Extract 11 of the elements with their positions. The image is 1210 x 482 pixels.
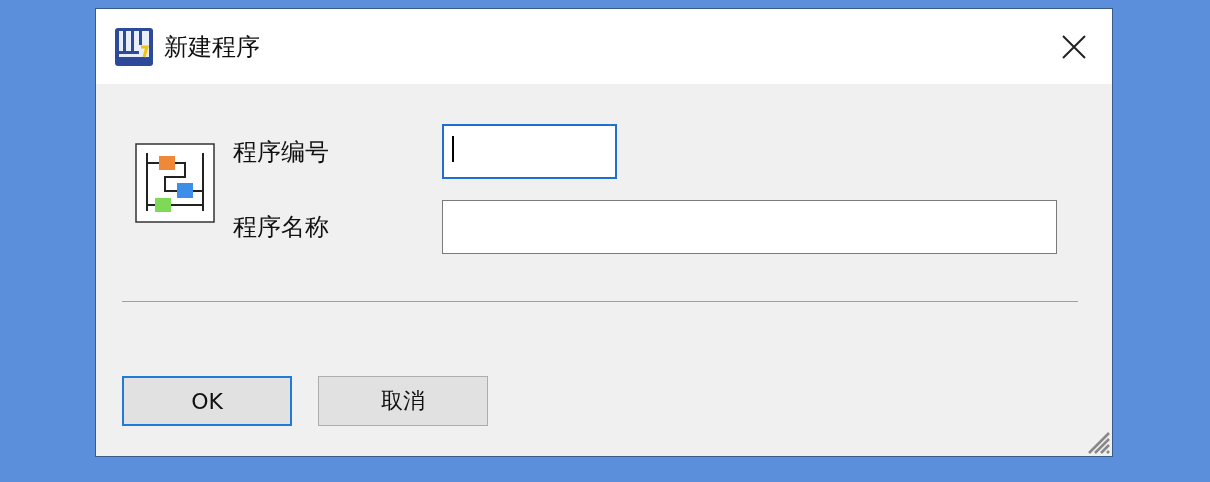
ok-button[interactable]: OK [122, 376, 292, 426]
close-icon [1062, 34, 1086, 59]
window-title: 新建程序 [164, 31, 261, 63]
flowchart-icon [135, 143, 215, 223]
input-field[interactable] [442, 124, 617, 179]
field-label: 程序编号 [233, 136, 330, 168]
app-icon [114, 26, 154, 67]
cancel-button[interactable]: 取消 [318, 376, 488, 426]
field-label: 程序名称 [233, 212, 330, 243]
input-field[interactable] [442, 200, 1057, 254]
resize-grip-icon [1087, 431, 1111, 455]
